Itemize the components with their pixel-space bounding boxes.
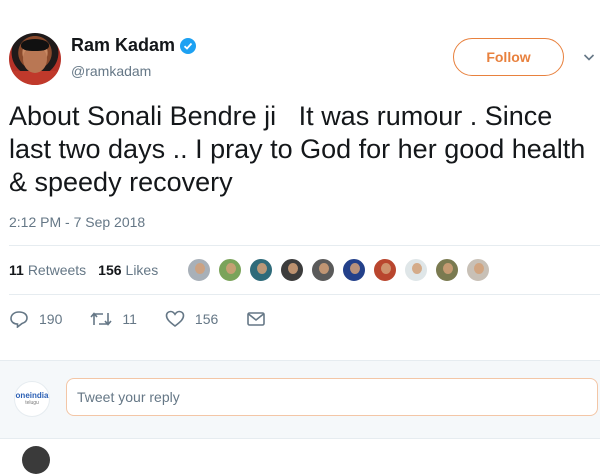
- reply-action[interactable]: 190: [9, 310, 62, 328]
- avatar-shirt: [9, 71, 61, 85]
- tweet-actions: 190 11 156: [9, 310, 304, 328]
- likes-stat[interactable]: 156 Likes: [98, 262, 158, 278]
- retweet-action[interactable]: 11: [90, 311, 137, 327]
- divider-top: [9, 245, 600, 246]
- retweets-stat[interactable]: 11 Retweets: [9, 262, 86, 278]
- like-action[interactable]: 156: [165, 310, 218, 328]
- likes-count: 156: [98, 262, 122, 278]
- tweet-stats: 11 Retweets 156 Likes: [9, 262, 170, 278]
- author-handle[interactable]: @ramkadam: [71, 63, 151, 79]
- liker-avatar[interactable]: [311, 258, 335, 282]
- logo-text: oneindia: [15, 391, 49, 400]
- heart-icon: [165, 310, 185, 328]
- retweet-count: 11: [122, 311, 137, 327]
- liker-avatar[interactable]: [280, 258, 304, 282]
- reply-input[interactable]: [66, 378, 598, 416]
- author-name[interactable]: Ram Kadam: [71, 35, 175, 56]
- tweet-header: Ram Kadam @ramkadam Follow: [0, 0, 600, 95]
- bottom-divider: [0, 438, 600, 439]
- liker-avatar[interactable]: [342, 258, 366, 282]
- liker-avatar[interactable]: [435, 258, 459, 282]
- avatar-hair: [21, 39, 49, 51]
- liker-avatar[interactable]: [404, 258, 428, 282]
- liker-avatar[interactable]: [249, 258, 273, 282]
- logo-subtext: telugu: [25, 400, 39, 406]
- reply-area: oneindia telugu: [0, 360, 600, 439]
- like-count: 156: [194, 311, 219, 327]
- verified-badge-icon: [180, 37, 197, 54]
- oneindia-logo: oneindia telugu: [14, 381, 50, 417]
- follow-button[interactable]: Follow: [453, 38, 564, 76]
- author-avatar[interactable]: [9, 33, 61, 85]
- likes-label: Likes: [125, 262, 159, 278]
- liker-avatar[interactable]: [187, 258, 211, 282]
- tweet-timestamp[interactable]: 2:12 PM - 7 Sep 2018: [9, 214, 145, 230]
- direct-message-action[interactable]: [246, 311, 276, 327]
- author-name-row: Ram Kadam: [71, 35, 197, 56]
- liker-avatars: [187, 258, 497, 282]
- next-tweet-avatar[interactable]: [22, 446, 50, 474]
- tweet-text: About Sonali Bendre ji It was rumour . S…: [9, 101, 593, 197]
- retweets-label: Retweets: [27, 262, 87, 278]
- reply-icon: [10, 311, 28, 328]
- reply-count: 190: [39, 311, 63, 327]
- retweet-icon: [90, 312, 112, 326]
- envelope-icon: [247, 312, 266, 326]
- liker-avatar[interactable]: [218, 258, 242, 282]
- liker-avatar[interactable]: [373, 258, 397, 282]
- chevron-down-icon[interactable]: [583, 51, 595, 63]
- liker-avatar[interactable]: [466, 258, 490, 282]
- retweets-count: 11: [9, 262, 24, 278]
- divider-bottom: [9, 294, 600, 295]
